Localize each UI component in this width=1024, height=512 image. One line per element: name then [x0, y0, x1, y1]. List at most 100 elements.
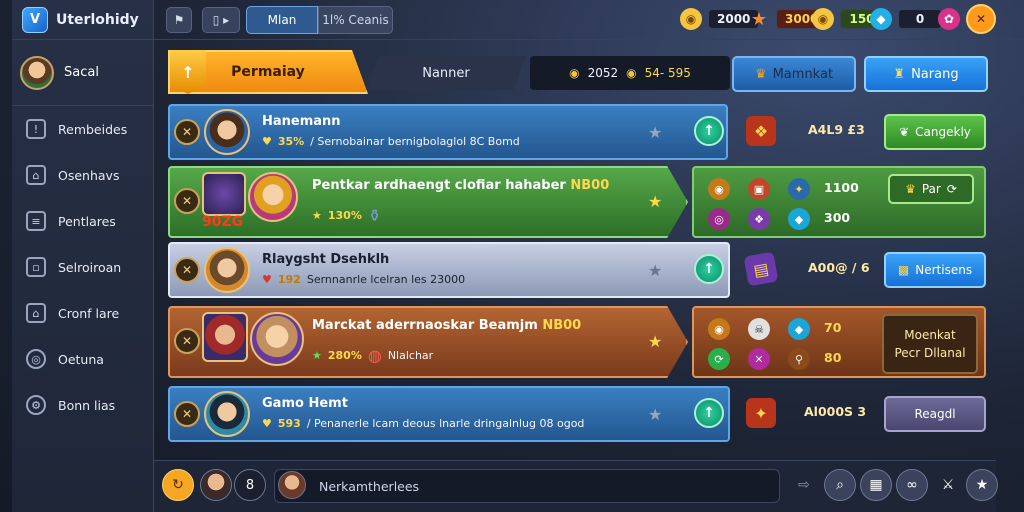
list-icon: ≡ — [26, 211, 46, 231]
gem-icon: ◆ — [788, 318, 810, 340]
share-icon[interactable]: ⇨ — [788, 469, 820, 501]
upgrade-icon[interactable]: ↑ — [694, 398, 724, 428]
row-right-value: A4L9 £3 — [808, 122, 865, 137]
row-panel — [168, 242, 730, 298]
avatar — [204, 247, 250, 293]
swords-icon[interactable]: ✕ — [174, 119, 200, 145]
header-mid-label: Mamnkat — [772, 66, 834, 82]
trophy-icon: ♜ — [893, 66, 906, 82]
star-icon[interactable]: ★ — [648, 261, 662, 280]
profile[interactable]: Sacal — [12, 40, 153, 106]
star-icon[interactable]: ★ — [648, 332, 662, 351]
chat-placeholder: Nerkamtherlees — [319, 478, 420, 494]
reward-grid: ◉ ▣ ✦ 1100 ◎ ❖ ◆ 300 ♛ Par ⟳ — [692, 166, 986, 238]
tab-main[interactable]: Mlan — [246, 6, 318, 34]
row-desc: Sernnanrle lcelran les 23000 — [306, 273, 466, 286]
star-icon: ★ — [750, 8, 768, 30]
heart-icon: ♥ — [262, 135, 272, 148]
list-item[interactable]: ✕ Rlaygsht Dsehklh ♥ 192 Sernnanrle lcel… — [168, 242, 988, 298]
avatar — [250, 312, 304, 366]
row-action-label: Reagdl — [914, 407, 956, 421]
sidebar-item-7[interactable]: ⚙ Bonn lias — [12, 382, 153, 428]
page-icon: ▯ ▸ — [212, 13, 230, 27]
sidebar-item-label: Oetuna — [58, 351, 104, 367]
row-level: 280% — [327, 349, 362, 362]
sidebar: V Uterlohidy Sacal ! Rembeides ⌂ Osenhavs … — [12, 0, 154, 512]
gem-icon: ◆ — [870, 8, 892, 30]
flag-button[interactable]: ⚑ — [166, 7, 192, 33]
avatar[interactable] — [200, 469, 232, 501]
drum-icon: ◍ — [367, 346, 382, 365]
row-level: 192 — [277, 273, 301, 286]
swords-icon[interactable]: ✕ — [174, 257, 200, 283]
sidebar-item-6[interactable]: ◎ Oetuna — [12, 336, 153, 382]
bag-icon: ▫ — [26, 257, 46, 277]
tab-secondary[interactable]: Nanner — [366, 56, 526, 90]
tab-count[interactable]: 1l% Ceanis — [318, 6, 393, 34]
coin-icon: ◉ — [708, 178, 730, 200]
torch-icon: ⚲ — [788, 348, 810, 370]
upgrade-icon[interactable]: ↑ — [694, 254, 724, 284]
refresh-icon[interactable]: ↻ — [162, 469, 194, 501]
row-name-badge: NB00 — [570, 178, 610, 193]
crown-icon: ♛ — [905, 182, 916, 196]
star-icon: ★ — [312, 209, 322, 222]
sidebar-item-4[interactable]: ▫ Selroiroan — [12, 244, 153, 290]
inventory-icon[interactable]: ▦ — [860, 469, 892, 501]
home-icon: ⌂ — [26, 303, 46, 323]
swords-icon[interactable]: ✕ — [174, 328, 200, 354]
list-item[interactable]: ✕ Marckat aderrnaoskar Beamjm NB00 ★ 280… — [168, 306, 988, 378]
sidebar-item-label: Pentlares — [58, 213, 116, 229]
swords-icon[interactable]: ✕ — [174, 188, 200, 214]
cross-icon: ✕ — [748, 348, 770, 370]
bottom-bar: ↻ 8 Nerkamtherlees ⇨ ⌕ ▦ ∞ ⚔ ★ — [154, 460, 998, 512]
sidebar-item-label: Rembeides — [58, 121, 128, 137]
gold-coin-icon: ◉ — [626, 66, 637, 80]
profile-name: Sacal — [64, 65, 99, 80]
header-resources: ◉ 2052 ◉ 54- 595 — [530, 56, 730, 90]
close-icon[interactable]: ✕ — [966, 4, 996, 34]
row-action-label: Moenkat — [904, 328, 956, 342]
chat-input[interactable]: Nerkamtherlees — [274, 469, 780, 503]
star-icon[interactable]: ★ — [648, 123, 662, 142]
row-level: 593 — [277, 417, 301, 430]
row-name-text: Marckat aderrnaoskar Beamjm — [312, 318, 538, 333]
list-item[interactable]: ✕ 90ZG Pentkar ardhaengt clofiar hahaber… — [168, 166, 988, 238]
app-brand: V Uterlohidy — [12, 0, 153, 40]
swords-icon[interactable]: ✕ — [174, 401, 200, 427]
resource-gem: ◆ 0 — [870, 7, 942, 31]
list-item[interactable]: ✕ Hanemann ♥ 35% / Sernobainar bernigbol… — [168, 104, 988, 160]
upgrade-icon[interactable]: ↑ — [694, 116, 724, 146]
star-icon[interactable]: ★ — [648, 405, 662, 424]
sidebar-item-label: Selroiroan — [58, 259, 122, 275]
avatar[interactable] — [20, 55, 54, 90]
row-action-button[interactable]: ▩ Nertisens — [884, 252, 986, 288]
star-icon[interactable]: ★ — [648, 192, 662, 211]
main-panel: Permaiay ↑ Nanner ◉ 2052 ◉ 54- 595 ♛ Mamn… — [160, 42, 996, 512]
header-right-button[interactable]: ♜ Narang — [864, 56, 988, 92]
sidebar-item-5[interactable]: ⌂ Cronf lare — [12, 290, 153, 336]
app-logo-icon: V — [22, 6, 48, 33]
sword-icon[interactable]: ⚔ — [932, 469, 964, 501]
sidebar-item-2[interactable]: ⌂ Osenhavs — [12, 152, 153, 198]
favorite-icon[interactable]: ★ — [966, 469, 998, 501]
row-action-button[interactable]: Reagdl — [884, 396, 986, 432]
row-action-label: Cangekly — [915, 125, 971, 139]
header-row: Permaiay ↑ Nanner ◉ 2052 ◉ 54- 595 ♛ Mamn… — [168, 50, 988, 94]
menu-button[interactable]: ▯ ▸ — [202, 7, 240, 33]
reward-value: 80 — [824, 350, 842, 365]
search-icon[interactable]: ⌕ — [824, 469, 856, 501]
row-sub: ♥ 593 / Penanerle lcam deous lnarle drin… — [262, 417, 584, 430]
app-title: Uterlohidy — [56, 11, 139, 28]
row-action-button[interactable]: Moenkat Pecr Dllanal — [882, 314, 978, 374]
row-action-button[interactable]: ♛ Par ⟳ — [888, 174, 974, 204]
link-icon[interactable]: ∞ — [896, 469, 928, 501]
list-item[interactable]: ✕ Gamo Hemt ♥ 593 / Penanerle lcam deous… — [168, 386, 988, 442]
heart-icon: ♥ — [262, 417, 272, 430]
header-mid-button[interactable]: ♛ Mamnkat — [732, 56, 856, 92]
gift-icon[interactable]: ✿ — [938, 8, 960, 30]
row-action-button[interactable]: ❦ Cangekly — [884, 114, 986, 150]
avatar — [278, 471, 306, 499]
sidebar-item-3[interactable]: ≡ Pentlares — [12, 198, 153, 244]
sidebar-item-1[interactable]: ! Rembeides — [12, 106, 153, 152]
